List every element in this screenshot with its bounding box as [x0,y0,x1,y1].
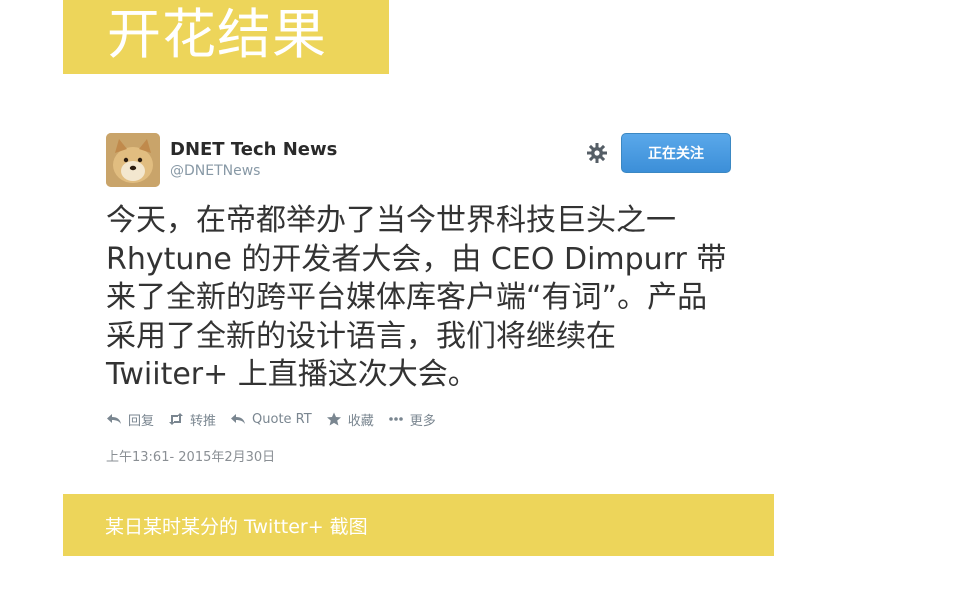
tweet-timestamp[interactable]: 上午13:61- 2015年2月30日 [106,446,275,465]
tweet-card: DNET Tech News @DNETNews 正在关注 今天，在帝都举办了当… [106,130,746,470]
quote-rt-action[interactable]: Quote RT [230,412,312,427]
retweet-action[interactable]: 转推 [168,410,216,429]
gear-icon[interactable] [586,142,608,164]
reply-icon [107,414,121,424]
more-action[interactable]: 更多 [388,410,436,429]
following-button[interactable]: 正在关注 [621,133,731,173]
star-icon [326,412,341,426]
caption-banner: 某日某时某分的 Twitter+ 截图 [63,494,774,556]
user-handle[interactable]: @DNETNews [170,163,260,179]
title-banner: 开花结果 [63,0,389,74]
reply-action[interactable]: 回复 [106,410,154,429]
retweet-label: 转推 [190,413,217,429]
avatar-image [106,133,160,187]
caption-text: 某日某时某分的 Twitter+ 截图 [105,516,368,538]
favorite-label: 收藏 [347,413,374,429]
page-title: 开花结果 [107,3,327,66]
reply-label: 回复 [128,413,155,429]
more-icon [388,417,403,421]
tweet-text: 今天，在帝都举办了当今世界科技巨头之一 Rhytune 的开发者大会，由 CEO… [106,203,727,392]
display-name[interactable]: DNET Tech News [170,139,337,160]
quote-rt-label: Quote RT [252,411,312,427]
retweet-icon [169,413,184,425]
quote-icon [231,414,246,424]
tweet-actions: 回复 转推 Quote RT 收藏 更多 [106,409,450,429]
avatar[interactable] [106,133,160,187]
favorite-action[interactable]: 收藏 [326,410,374,429]
more-label: 更多 [409,413,436,429]
